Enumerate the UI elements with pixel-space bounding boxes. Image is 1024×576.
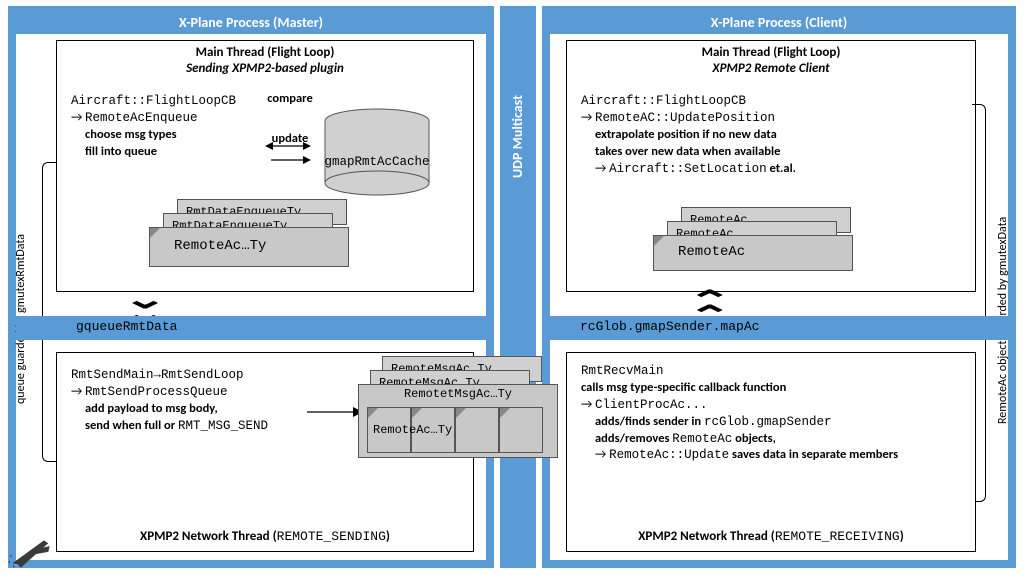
- client-net-l4a: adds/finds sender in: [595, 414, 704, 429]
- compare-update-group: compare update gmapRmtAcCache: [265, 107, 437, 199]
- master-sendproc: RmtSendProcessQueue: [85, 385, 228, 399]
- master-main-title-l2: Sending XPMP2-based plugin: [186, 61, 344, 76]
- master-hbar: gqueueRmtData: [16, 316, 486, 340]
- master-net-title-b: REMOTE_SENDING: [277, 529, 386, 544]
- client-remoteac-update: RemoteAc::Update: [609, 448, 729, 462]
- client-net-title-c: ): [900, 529, 904, 544]
- client-net-l5c: objects,: [732, 431, 776, 446]
- client-main-thread-box: Main Thread (Flight Loop) XPMP2 Remote C…: [566, 40, 976, 292]
- dogear-icon: [654, 236, 664, 246]
- client-flightloop-cb: Aircraft::FlightLoopCB: [581, 94, 746, 108]
- cache-cylinder: gmapRmtAcCache: [317, 107, 437, 199]
- dogear-icon: [150, 228, 160, 238]
- remoteac-card-front: RemoteAc: [653, 235, 853, 271]
- client-net-l5a: adds/removes: [595, 431, 672, 446]
- master-main-title-l1: Main Thread (Flight Loop): [196, 45, 335, 60]
- master-main-thread-box: Main Thread (Flight Loop) Sending XPMP2-…: [56, 40, 474, 292]
- client-net-title-b: REMOTE_RECEIVING: [775, 529, 900, 544]
- master-sendmain: RmtSendMain→RmtSendLoop: [71, 368, 244, 382]
- client-title: X-Plane Process (Client): [550, 12, 1008, 34]
- client-setlocation: Aircraft::SetLocation: [609, 162, 767, 176]
- master-net-title-c: ): [386, 529, 390, 544]
- enqueue-card-front: RemoteAc…Ty: [149, 227, 349, 267]
- client-net-title-a: XPMP2 Network Thread (: [638, 529, 775, 544]
- note-3: [455, 407, 499, 453]
- compare-label: compare: [267, 91, 313, 106]
- client-remoteac-obj: RemoteAc: [672, 432, 732, 446]
- client-updateposition: RemoteAC::UpdatePosition: [595, 111, 775, 125]
- client-desc2: takes over new data when available: [595, 144, 780, 159]
- udp-label: UDP Multicast: [509, 28, 526, 178]
- master-net-title-a: XPMP2 Network Thread (: [140, 529, 277, 544]
- note-4: [499, 407, 543, 453]
- cache-label: gmapRmtAcCache: [317, 155, 437, 169]
- master-hbar-label: gqueueRmtData: [76, 319, 177, 334]
- master-desc2: fill into queue: [85, 144, 157, 159]
- client-hbar: rcGlob.gmapSender.mapAc: [550, 316, 1008, 340]
- master-net-l3: add payload to msg body,: [85, 401, 218, 416]
- master-rmt-msg-send: RMT_MSG_SEND: [178, 419, 268, 433]
- master-mutex-label: queue guarded by gmutexRmtData: [14, 144, 28, 404]
- client-setlocation-etal: et.al.: [767, 161, 796, 176]
- udp-column: UDP Multicast: [500, 6, 536, 568]
- client-mutex-label: RemoteAc objects guarded by gmutexData: [996, 134, 1010, 424]
- client-hbar-label: rcGlob.gmapSender.mapAc: [580, 319, 759, 334]
- client-main-body: Aircraft::FlightLoopCB →RemoteAC::Update…: [581, 93, 796, 177]
- send-arrow-icon: [307, 405, 363, 419]
- master-main-thread-title: Main Thread (Flight Loop) Sending XPMP2-…: [57, 45, 473, 76]
- note-label: RemoteAc…Ty: [373, 423, 452, 437]
- client-main-thread-title: Main Thread (Flight Loop) XPMP2 Remote C…: [567, 45, 975, 76]
- master-bracket: [42, 162, 56, 462]
- client-net-thread-box: RmtRecvMain calls msg type-specific call…: [566, 352, 976, 552]
- update-label: update: [272, 131, 309, 146]
- master-net-title: XPMP2 Network Thread (REMOTE_SENDING): [57, 529, 473, 545]
- msg-card-front: RemotetMsgAc…Ty RemoteAc…Ty: [358, 384, 558, 458]
- master-net-body: RmtSendMain→RmtSendLoop →RmtSendProcessQ…: [71, 367, 268, 435]
- client-main-title-l1: Main Thread (Flight Loop): [702, 45, 841, 60]
- master-net-l4a: send when full or: [85, 418, 178, 433]
- client-rcglob: rcGlob.gmapSender: [704, 415, 832, 429]
- client-desc1: extrapolate position if no new data: [595, 127, 777, 142]
- master-flightloop-cb: Aircraft::FlightLoopCB: [71, 94, 236, 108]
- master-process: X-Plane Process (Master) queue guarded b…: [8, 6, 494, 568]
- master-remoteac-enqueue: RemoteAcEnqueue: [85, 111, 198, 125]
- client-net-body: RmtRecvMain calls msg type-specific call…: [581, 363, 898, 464]
- client-main-title-l2: XPMP2 Remote Client: [712, 61, 829, 76]
- client-net-l6b: saves data in separate members: [729, 447, 898, 462]
- msg-card-front-label: RemotetMsgAc…Ty: [367, 387, 549, 401]
- master-desc1: choose msg types: [85, 127, 177, 142]
- client-remoteac-stack: RemoteAc RemoteAc RemoteAc: [653, 207, 883, 285]
- client-net-l2: calls msg type-specific callback functio…: [581, 380, 786, 395]
- client-recvmain: RmtRecvMain: [581, 364, 664, 378]
- client-net-title: XPMP2 Network Thread (REMOTE_RECEIVING): [567, 529, 975, 545]
- master-title: X-Plane Process (Master): [16, 12, 486, 34]
- client-clientproc: ClientProcAc...: [595, 398, 708, 412]
- plane-icon: [8, 526, 54, 572]
- master-enqueue-stack: RmtDataEnqueueTy RmtDataEnqueueTy Remote…: [149, 199, 379, 279]
- master-main-body: Aircraft::FlightLoopCB →RemoteAcEnqueue …: [71, 93, 236, 161]
- center-msg-stack: RemoteMsgAc…Ty RemoteMsgAc…Ty RemotetMsg…: [358, 356, 578, 466]
- client-process: X-Plane Process (Client) RemoteAc object…: [542, 6, 1016, 568]
